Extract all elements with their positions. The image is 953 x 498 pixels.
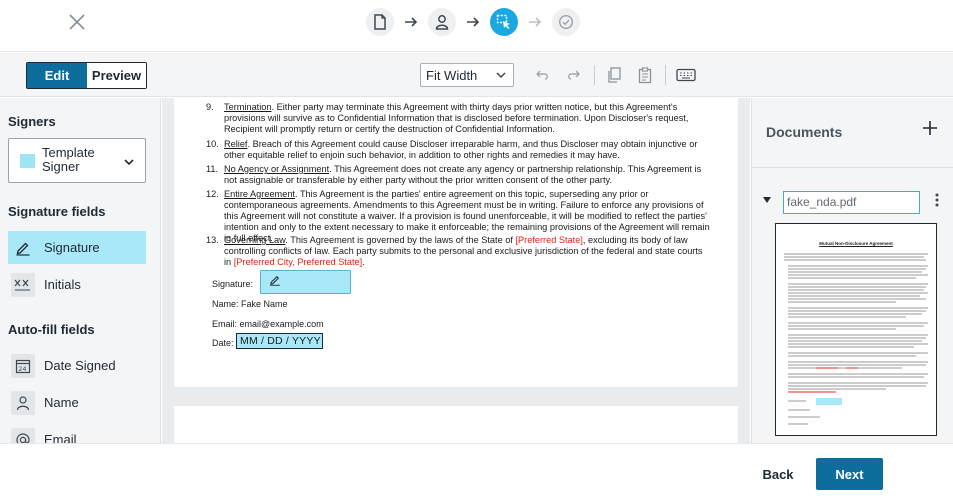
keyboard-icon[interactable] — [675, 65, 697, 85]
email-line: Email: email@example.com — [212, 319, 324, 329]
chevron-down-icon — [495, 69, 507, 84]
name-field-item[interactable]: Name — [8, 386, 146, 419]
undo-icon[interactable] — [533, 65, 553, 85]
clause-number: 10. — [206, 139, 219, 149]
clause-text: . This Agreement is governed by the laws… — [285, 235, 516, 245]
chevron-down-icon — [123, 155, 135, 173]
clause-text: . — [362, 257, 365, 267]
at-sign-icon — [11, 427, 35, 443]
fields-sidebar: Signers Template Signer Signature fields… — [0, 98, 161, 443]
placeholder-preferred-city: [Preferred City, Preferred State] — [233, 257, 363, 267]
date-signed-field-label: Date Signed — [44, 358, 116, 373]
review-step-icon[interactable] — [552, 8, 580, 36]
signer-name: Template Signer — [42, 145, 95, 174]
document-thumbnail[interactable]: Mutual Non-Disclosure Agreement — [775, 223, 937, 436]
clause-title: No Agency or Assignment — [224, 164, 330, 174]
document-filename-field[interactable]: fake_nda.pdf — [783, 191, 920, 214]
footer-bar: Back Next — [0, 443, 953, 498]
zoom-select[interactable]: Fit Width — [420, 63, 514, 87]
name-line: Name: Fake Name — [212, 299, 288, 309]
clause-text: . Breach of this Agreement could cause D… — [224, 139, 698, 160]
clause-number: 13. — [206, 235, 219, 245]
email-field-item[interactable]: Email — [8, 423, 146, 443]
email-field-label: Email — [44, 432, 77, 443]
signer-step-icon[interactable] — [428, 8, 456, 36]
clause-title: Relief — [224, 139, 248, 149]
signature-field-item[interactable]: Signature — [8, 231, 146, 264]
arrow-right-icon — [456, 16, 490, 28]
collapse-triangle-icon[interactable] — [762, 192, 772, 210]
document-page-2 — [174, 406, 738, 443]
clause-title: Governing Law — [224, 235, 286, 245]
document-canvas[interactable]: 9. Termination. Either party may termina… — [162, 98, 750, 443]
add-document-icon[interactable] — [922, 120, 938, 141]
calendar-icon: 24 — [11, 353, 35, 378]
autofill-fields-heading: Auto-fill fields — [8, 322, 95, 337]
redo-icon[interactable] — [563, 65, 583, 85]
fields-step-icon[interactable] — [490, 8, 518, 36]
back-button[interactable]: Back — [756, 459, 800, 489]
initials-icon — [11, 272, 35, 297]
edit-preview-toggle: Edit Preview — [26, 62, 147, 89]
pen-icon — [269, 273, 281, 291]
toolbar-divider — [594, 65, 595, 85]
copy-icon[interactable] — [604, 65, 624, 85]
paste-icon[interactable] — [635, 65, 655, 85]
arrow-right-icon — [394, 16, 428, 28]
clause-10: 10. Relief. Breach of this Agreement cou… — [206, 139, 711, 161]
signature-line-label: Signature: — [212, 279, 254, 289]
documents-heading: Documents — [766, 124, 843, 140]
signer-color-swatch — [20, 154, 35, 168]
progress-steps — [366, 8, 580, 36]
clause-title: Termination — [224, 102, 272, 112]
signers-heading: Signers — [8, 114, 56, 129]
document-step-icon[interactable] — [366, 8, 394, 36]
name-field-label: Name — [44, 395, 79, 410]
placed-date-field[interactable]: MM / DD / YYYY — [236, 333, 323, 349]
editor-toolbar: Edit Preview Fit Width — [0, 53, 953, 97]
document-page: 9. Termination. Either party may termina… — [174, 98, 738, 387]
initials-field-label: Initials — [44, 277, 81, 292]
clause-number: 11. — [206, 164, 219, 174]
person-icon — [11, 390, 35, 415]
clause-13: 13. Governing Law. This Agreement is gov… — [206, 235, 711, 268]
date-signed-field-item[interactable]: 24 Date Signed — [8, 349, 146, 382]
clause-11: 11. No Agency or Assignment. This Agreem… — [206, 164, 711, 186]
clause-number: 12. — [206, 189, 219, 199]
initials-field-item[interactable]: Initials — [8, 268, 146, 301]
clause-title: Entire Agreement — [224, 189, 295, 199]
placeholder-preferred-state: [Preferred State] — [515, 235, 583, 245]
date-line-label: Date: — [212, 338, 234, 348]
toolbar-divider — [665, 65, 666, 85]
arrow-right-icon — [518, 16, 552, 28]
clause-number: 9. — [206, 102, 214, 112]
signature-field-label: Signature — [44, 240, 100, 255]
pen-icon — [11, 236, 35, 260]
next-button[interactable]: Next — [816, 458, 883, 490]
placed-signature-field[interactable] — [260, 270, 351, 294]
close-icon[interactable] — [66, 11, 88, 33]
more-options-icon[interactable] — [934, 192, 940, 213]
clause-9: 9. Termination. Either party may termina… — [206, 102, 711, 135]
thumbnail-text-lines — [784, 253, 928, 425]
clause-text: . Either party may terminate this Agreem… — [224, 102, 689, 134]
documents-panel: Documents fake_nda.pdf Mutual Non-Disclo… — [751, 98, 953, 443]
documents-header: Documents — [752, 98, 953, 168]
signature-fields-heading: Signature fields — [8, 204, 106, 219]
top-bar — [0, 0, 953, 52]
zoom-value: Fit Width — [426, 68, 478, 83]
signer-select[interactable]: Template Signer — [8, 138, 146, 183]
preview-button[interactable]: Preview — [87, 63, 146, 88]
edit-button[interactable]: Edit — [27, 63, 87, 88]
svg-text:24: 24 — [18, 365, 26, 373]
